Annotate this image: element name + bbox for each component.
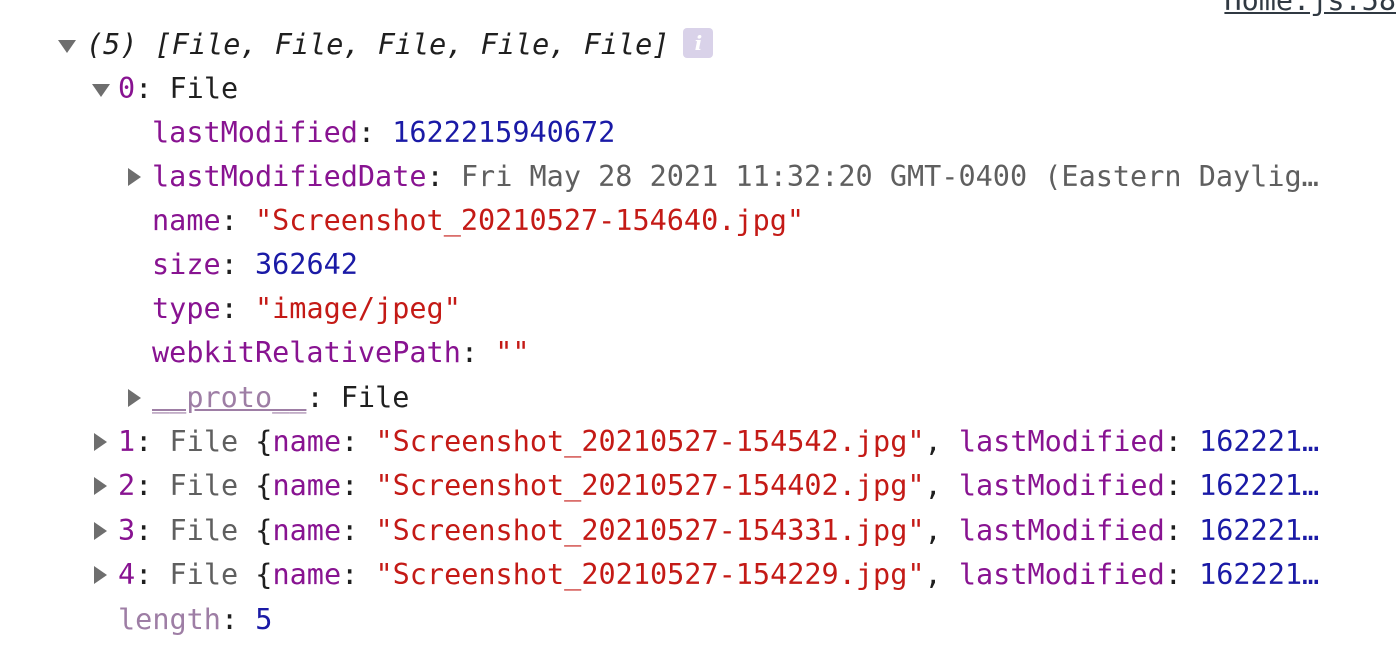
- console-output: Home.js:58 (5) [File, File, File, File, …: [0, 0, 1400, 645]
- item-name-key: name: [272, 558, 342, 591]
- item-name-value: "Screenshot_20210527-154331.jpg": [375, 514, 925, 547]
- prop-value: 1622215940672: [392, 116, 616, 149]
- prop-value: "image/jpeg": [254, 292, 461, 325]
- item-index: 1: [118, 425, 136, 458]
- item-index: 2: [118, 469, 136, 502]
- item-lm-value: 162221…: [1199, 469, 1320, 502]
- item-index: 0: [118, 72, 136, 105]
- expand-triangle-icon[interactable]: [90, 464, 112, 508]
- prop-key: length: [118, 603, 221, 636]
- expand-triangle-icon[interactable]: [90, 553, 112, 597]
- item-index: 3: [118, 514, 136, 547]
- prop-key: __proto__: [152, 381, 307, 414]
- item-class: File: [169, 72, 239, 105]
- item-lm-key: lastModified: [958, 558, 1165, 591]
- prop-size: size: 362642: [152, 248, 358, 281]
- array-summary: (5) [File, File, File, File, File]: [86, 28, 670, 61]
- prop-lastModified: lastModified: 1622215940672: [152, 116, 616, 149]
- prop-key: size: [152, 248, 221, 281]
- collapse-triangle-icon[interactable]: [56, 23, 78, 67]
- prop-key: webkitRelativePath: [152, 336, 461, 369]
- array-summary-row[interactable]: (5) [File, File, File, File, File] i: [0, 23, 1400, 67]
- item-class: File: [169, 469, 239, 502]
- item-lm-value: 162221…: [1199, 514, 1320, 547]
- item-lm-key: lastModified: [958, 514, 1165, 547]
- item-class: File: [169, 558, 239, 591]
- item-lm-key: lastModified: [958, 469, 1165, 502]
- prop-length: length: 5: [118, 603, 273, 636]
- source-link[interactable]: Home.js:58: [1224, 0, 1396, 17]
- item-name-value: "Screenshot_20210527-154542.jpg": [375, 425, 925, 458]
- prop-value: 362642: [254, 248, 358, 281]
- prop-value: "": [495, 336, 530, 369]
- item-lm-value: 162221…: [1199, 558, 1320, 591]
- prop-value: Fri May 28 2021 11:32:20 GMT-0400 (Easte…: [460, 160, 1319, 193]
- list-item[interactable]: 4: File {name: "Screenshot_20210527-1542…: [0, 553, 1400, 597]
- prop-lastModifiedDate[interactable]: lastModifiedDate: Fri May 28 2021 11:32:…: [0, 155, 1400, 199]
- list-item[interactable]: 3: File {name: "Screenshot_20210527-1543…: [0, 509, 1400, 553]
- item-class: File: [169, 514, 239, 547]
- expand-triangle-icon[interactable]: [90, 509, 112, 553]
- prop-key: lastModified: [152, 116, 358, 149]
- expand-triangle-icon[interactable]: [124, 155, 146, 199]
- item-index: 4: [118, 558, 136, 591]
- collapse-triangle-icon[interactable]: [90, 67, 112, 111]
- item-name-key: name: [272, 514, 342, 547]
- prop-proto[interactable]: __proto__: File: [0, 376, 1400, 420]
- prop-value: 5: [255, 603, 273, 636]
- prop-type: type: "image/jpeg": [152, 292, 461, 325]
- prop-key: lastModifiedDate: [152, 160, 427, 193]
- prop-key: type: [152, 292, 221, 325]
- prop-key: name: [152, 204, 221, 237]
- item-name-value: "Screenshot_20210527-154402.jpg": [375, 469, 925, 502]
- list-item[interactable]: 2: File {name: "Screenshot_20210527-1544…: [0, 464, 1400, 508]
- expand-triangle-icon[interactable]: [124, 376, 146, 420]
- item-class: File: [169, 425, 239, 458]
- list-item[interactable]: 1: File {name: "Screenshot_20210527-1545…: [0, 420, 1400, 464]
- item-name-key: name: [272, 425, 342, 458]
- info-icon[interactable]: i: [683, 28, 714, 58]
- expand-triangle-icon[interactable]: [90, 420, 112, 464]
- item-name-value: "Screenshot_20210527-154229.jpg": [375, 558, 925, 591]
- item-name-key: name: [272, 469, 342, 502]
- prop-value: File: [340, 381, 410, 414]
- item-lm-value: 162221…: [1199, 425, 1320, 458]
- prop-value: "Screenshot_20210527-154640.jpg": [254, 204, 805, 237]
- prop-name: name: "Screenshot_20210527-154640.jpg": [152, 204, 805, 237]
- prop-webkitRelativePath: webkitRelativePath: "": [152, 336, 530, 369]
- item-0-header[interactable]: 0: File: [0, 67, 1400, 111]
- item-lm-key: lastModified: [958, 425, 1165, 458]
